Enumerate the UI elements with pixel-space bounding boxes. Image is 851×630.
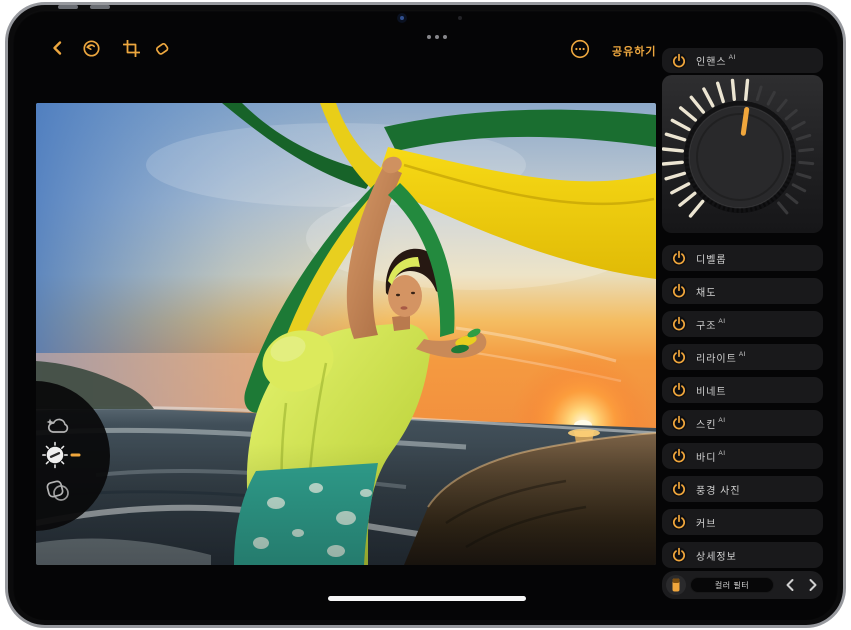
power-icon [671, 283, 687, 299]
previous-filter-button[interactable] [782, 577, 798, 593]
adjustment-row-structure[interactable]: 구조AI [662, 311, 823, 337]
power-icon [671, 382, 687, 398]
photo-canvas[interactable] [36, 103, 656, 565]
adjustment-row-develop[interactable]: 디벨롭 [662, 245, 823, 271]
filters-icon [45, 479, 71, 503]
adjustment-row-vignette[interactable]: 비네트 [662, 377, 823, 403]
power-button[interactable] [671, 448, 687, 464]
adjustment-row-landscape[interactable]: 풍경 사진 [662, 476, 823, 502]
more-icon [570, 39, 590, 59]
filter-intensity-icon [666, 575, 686, 595]
more-button[interactable] [570, 39, 590, 59]
back-button[interactable] [50, 40, 66, 56]
auto-adjust-button[interactable] [44, 415, 72, 439]
adjustment-row-info[interactable]: 상세정보 [662, 542, 823, 568]
enhance-label: 인핸스AI [696, 53, 736, 68]
back-icon [50, 40, 66, 56]
enhance-row[interactable]: 인핸스AI [662, 48, 823, 73]
filter-bar: 컬러 필터 [662, 571, 823, 599]
home-indicator[interactable] [328, 596, 526, 601]
screenshot-stage: 공유하기 [0, 0, 851, 630]
dial-indicator [743, 109, 746, 133]
power-button[interactable] [671, 514, 687, 530]
adjust-dial-icon [42, 441, 82, 469]
adjustment-row-relight[interactable]: 리라이트AI [662, 344, 823, 370]
power-button[interactable] [671, 481, 687, 497]
enhance-power-button[interactable] [671, 53, 687, 69]
power-button[interactable] [671, 349, 687, 365]
share-button[interactable]: 공유하기 [606, 42, 662, 60]
power-icon [671, 316, 687, 332]
sensor-dot-icon [458, 16, 462, 20]
undo-button[interactable] [82, 39, 101, 58]
adjustment-row-skin[interactable]: 스킨AI [662, 410, 823, 436]
power-icon [671, 481, 687, 497]
power-icon [671, 53, 687, 69]
power-button[interactable] [671, 283, 687, 299]
power-button[interactable] [671, 250, 687, 266]
color-filters-pill[interactable]: 컬러 필터 [690, 577, 774, 593]
volume-button-2 [90, 5, 110, 9]
crop-icon [123, 40, 140, 57]
volume-button-1 [58, 5, 78, 9]
next-filter-button[interactable] [805, 577, 821, 593]
crop-button[interactable] [123, 40, 140, 57]
power-icon [671, 349, 687, 365]
power-button[interactable] [671, 547, 687, 563]
power-icon [671, 448, 687, 464]
adjustment-row-saturation[interactable]: 채도 [662, 278, 823, 304]
undo-icon [82, 39, 101, 58]
photo-scene [36, 103, 656, 565]
filter-intensity-button[interactable] [666, 575, 686, 595]
filters-tool-button[interactable] [45, 479, 71, 503]
power-button[interactable] [671, 415, 687, 431]
enhance-dial[interactable] [662, 75, 823, 233]
power-icon [671, 415, 687, 431]
power-icon [671, 250, 687, 266]
auto-adjust-cloud-icon [44, 415, 72, 439]
power-icon [671, 547, 687, 563]
repair-button[interactable] [152, 39, 172, 59]
chevron-right-icon [807, 578, 819, 592]
power-button[interactable] [671, 382, 687, 398]
power-button[interactable] [671, 316, 687, 332]
front-camera-icon [397, 13, 407, 23]
adjustment-row-body[interactable]: 바디AI [662, 443, 823, 469]
enhance-dial-card [662, 75, 823, 233]
adjustment-row-curves[interactable]: 커브 [662, 509, 823, 535]
ipad-device-frame: 공유하기 [5, 2, 846, 628]
multitask-indicator[interactable] [427, 35, 447, 39]
eraser-icon [152, 39, 172, 59]
power-icon [671, 514, 687, 530]
adjust-tool-button[interactable] [42, 441, 82, 469]
chevron-left-icon [784, 578, 796, 592]
